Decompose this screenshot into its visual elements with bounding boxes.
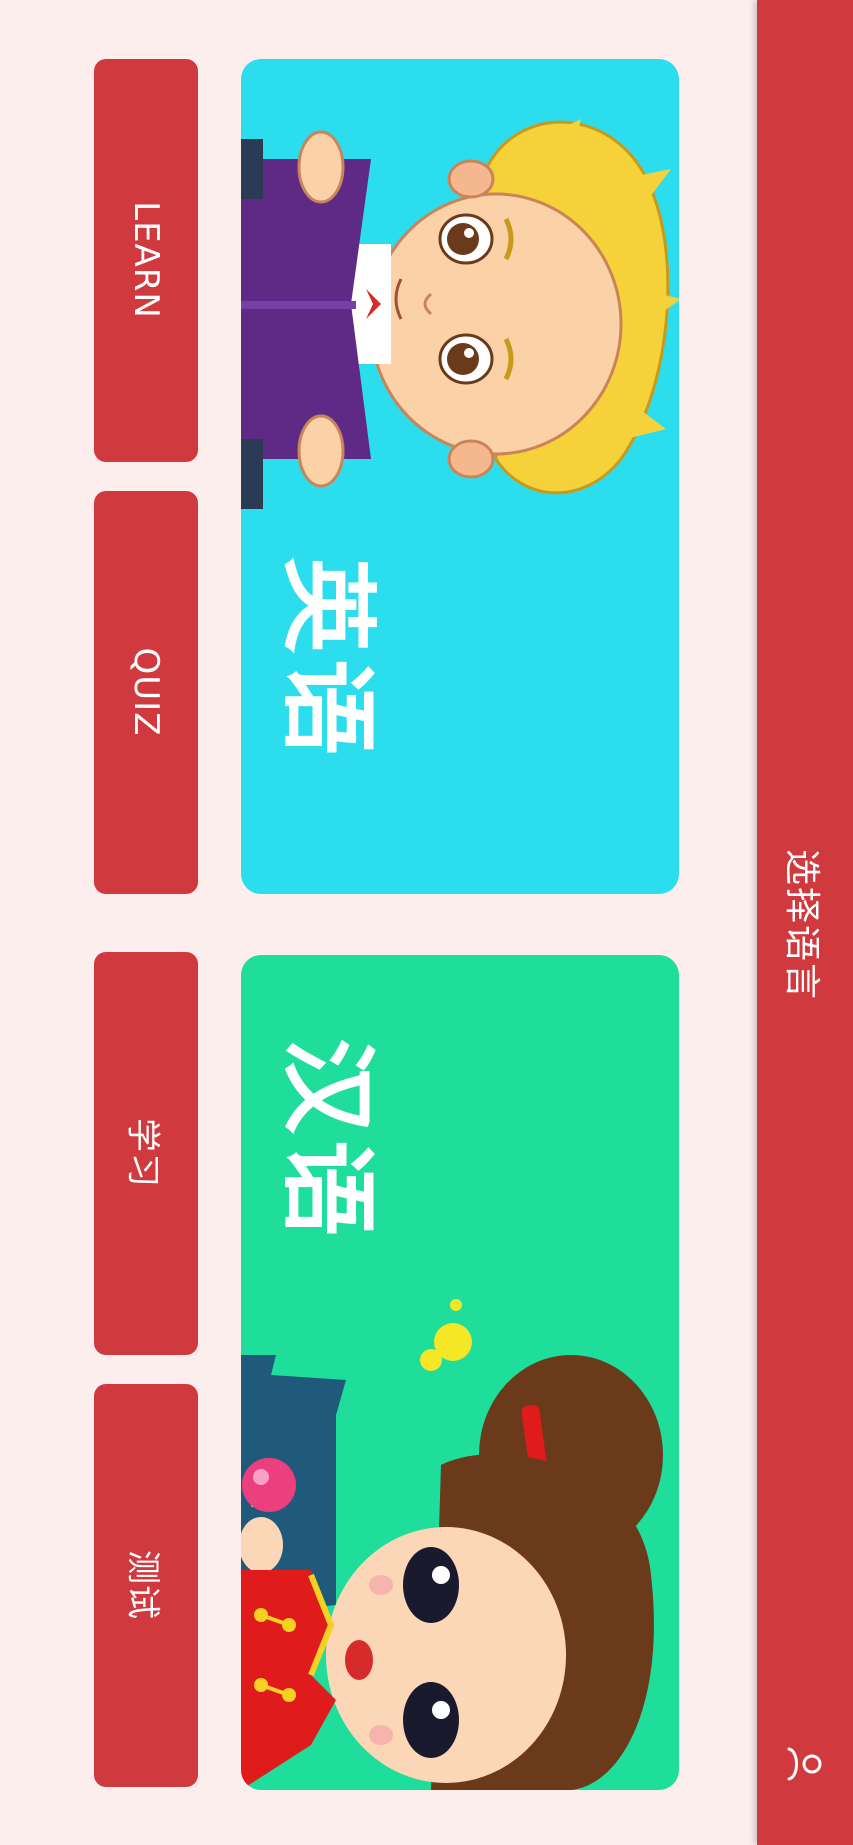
- chinese-learn-label: 学习: [122, 1118, 163, 1188]
- english-learn-label: LEARN: [126, 201, 166, 319]
- english-learn-button[interactable]: LEARN: [94, 59, 198, 462]
- language-card-chinese[interactable]: 汉语: [241, 955, 679, 1790]
- boy-reading-book-illustration: [241, 119, 679, 509]
- english-quiz-button[interactable]: QUIZ: [94, 491, 198, 894]
- language-name-english: 英语: [271, 557, 384, 761]
- girl-with-lollipop-illustration: [241, 1299, 663, 1790]
- chinese-quiz-button[interactable]: 测试: [94, 1384, 198, 1787]
- profile-button[interactable]: [781, 1740, 829, 1788]
- language-name-chinese: 汉语: [271, 1038, 384, 1242]
- language-card-english[interactable]: 英语: [241, 59, 679, 894]
- person-icon: [787, 1747, 822, 1781]
- chinese-learn-button[interactable]: 学习: [94, 952, 198, 1355]
- page-title: 选择语言: [781, 848, 822, 1002]
- english-quiz-label: QUIZ: [126, 647, 166, 737]
- chinese-quiz-label: 测试: [122, 1550, 163, 1620]
- app-bar: 选择语言: [757, 0, 853, 1845]
